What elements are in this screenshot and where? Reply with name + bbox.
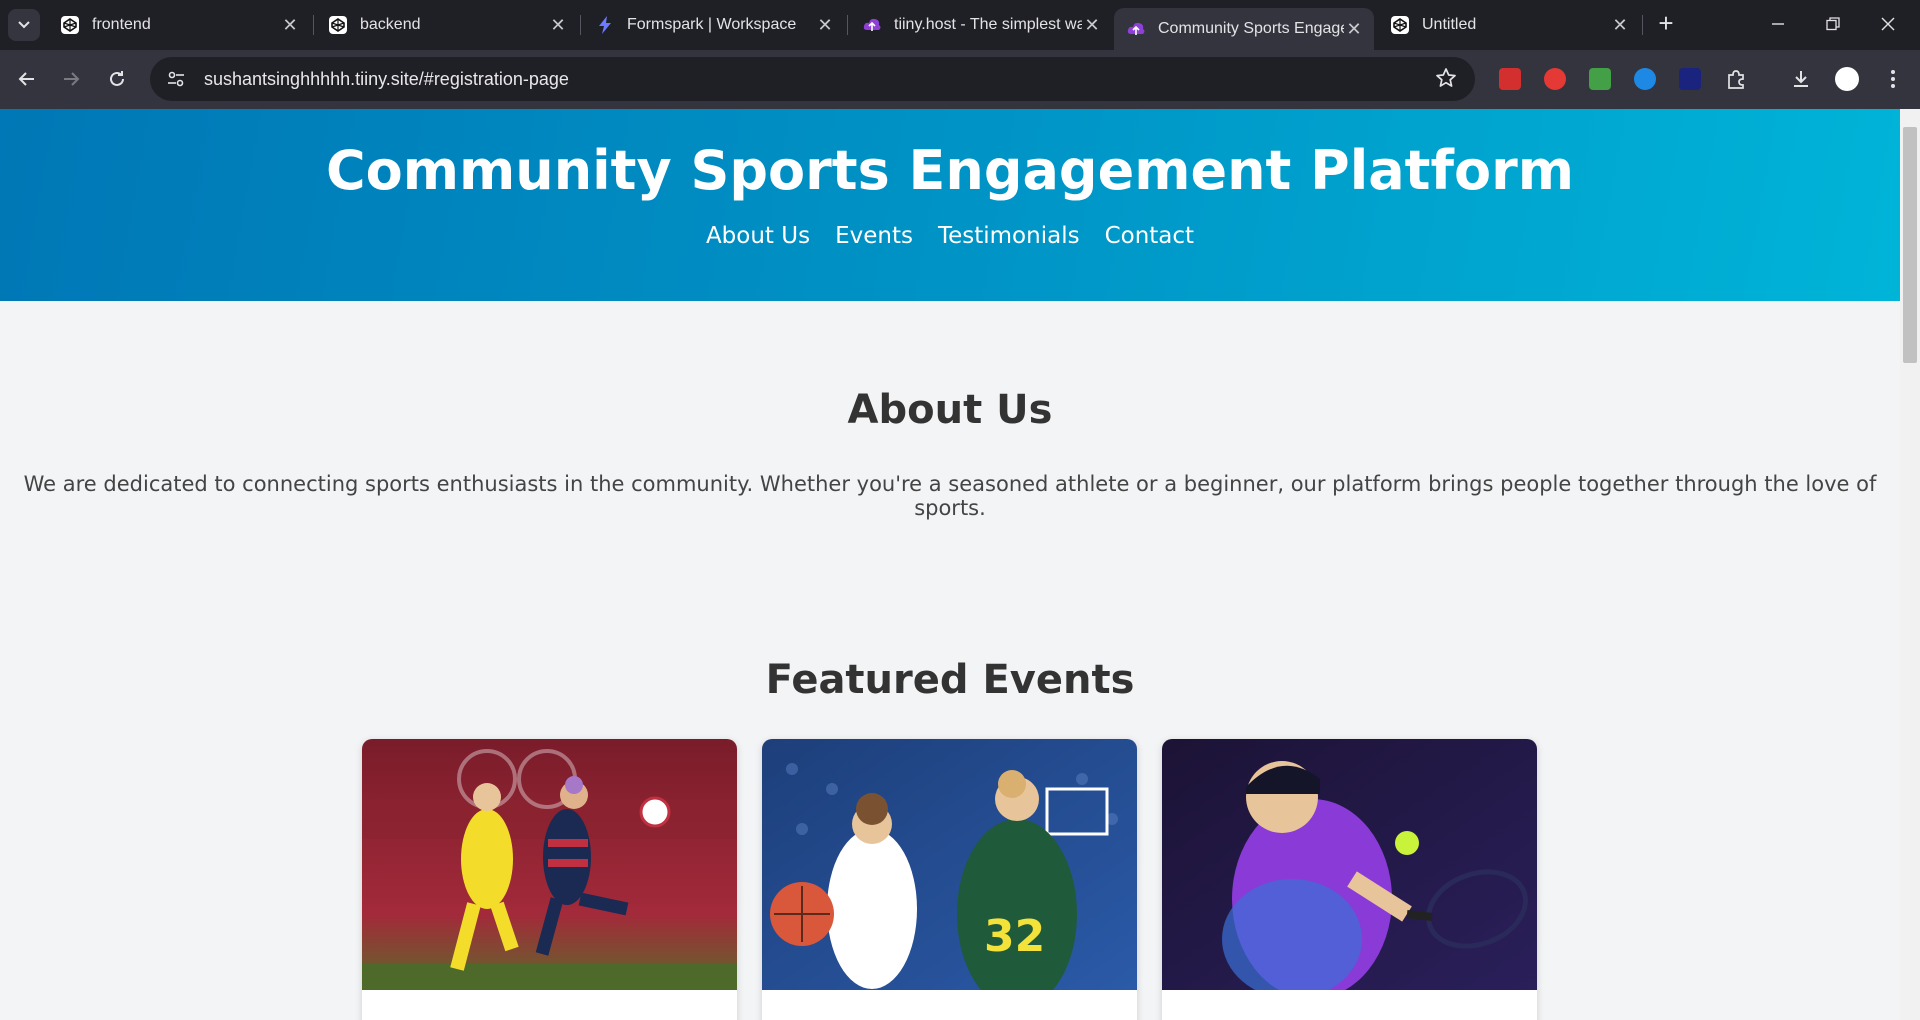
restore-icon [1826,17,1840,31]
tab-search-button[interactable] [8,9,40,41]
main-nav: About Us Events Testimonials Contact [0,223,1900,249]
close-tab-icon[interactable]: ✕ [1344,19,1364,40]
restore-button[interactable] [1811,6,1855,42]
cloud-icon [1126,19,1146,39]
close-tab-icon[interactable]: ✕ [548,15,568,36]
blue-circle-extension-icon[interactable] [1634,68,1656,90]
minimize-icon [1772,23,1784,25]
green-sheet-extension-icon[interactable] [1589,68,1611,90]
close-tab-icon[interactable]: ✕ [1610,15,1630,36]
site-settings-icon[interactable] [162,65,190,93]
page-viewport: Community Sports Engagement Platform Abo… [0,109,1900,1020]
browser-toolbar: sushantsinghhhhh.tiiny.site/#registratio… [0,50,1920,109]
browser-tab-bar: frontend ✕ backend ✕ Formspark | Workspa… [0,0,1920,50]
cloud-icon [862,15,882,35]
profile-avatar[interactable] [1833,65,1861,93]
close-tab-icon[interactable]: ✕ [1082,15,1102,36]
arrow-left-icon [18,72,34,86]
tab-divider [847,15,848,35]
codepen-icon [1390,15,1410,35]
tab-community-sports[interactable]: Community Sports Engage ✕ [1114,8,1374,50]
tab-title: Community Sports Engage [1158,20,1344,37]
nav-link-contact[interactable]: Contact [1105,223,1194,249]
browser-menu-icon[interactable] [1879,65,1907,93]
back-button[interactable] [12,64,42,94]
close-icon [1881,17,1895,31]
tab-title: backend [360,16,421,33]
chart-extension-icon[interactable] [1679,68,1701,90]
minimize-button[interactable] [1756,6,1800,42]
new-tab-button[interactable]: + [1650,8,1682,40]
svg-text:32: 32 [984,911,1045,962]
page-scrollbar[interactable] [1900,109,1920,1020]
tab-formspark[interactable]: Formspark | Workspace ✕ [583,8,845,42]
url-text[interactable]: sushantsinghhhhh.tiiny.site/#registratio… [204,69,569,90]
extensions-puzzle-icon[interactable] [1722,65,1750,93]
nav-link-events[interactable]: Events [835,223,913,249]
bolt-icon [595,15,615,35]
basketball-players-photo: 32 [762,739,1137,990]
event-card[interactable] [362,739,737,1020]
hero-header: Community Sports Engagement Platform Abo… [0,109,1900,301]
nav-link-testimonials[interactable]: Testimonials [938,223,1080,249]
reload-button[interactable] [102,64,132,94]
reload-icon [110,71,124,86]
adblock-extension-icon[interactable] [1544,68,1566,90]
tab-backend[interactable]: backend ✕ [316,8,578,42]
tab-untitled[interactable]: Untitled ✕ [1378,8,1640,42]
tab-divider [580,15,581,35]
tab-title: Formspark | Workspace [627,16,797,33]
scrollbar-thumb[interactable] [1903,127,1917,363]
tab-divider [313,15,314,35]
tab-tiiny-host[interactable]: tiiny.host - The simplest wa ✕ [850,8,1112,42]
tennis-player-photo [1162,739,1537,990]
tab-title: Untitled [1422,16,1477,33]
arrow-right-icon [64,72,80,86]
event-card[interactable]: 32 [762,739,1137,1020]
events-heading: Featured Events [765,657,1135,703]
tab-divider [1642,15,1643,35]
codepen-icon [60,15,80,35]
download-icon[interactable] [1787,65,1815,93]
soccer-players-photo [362,739,737,990]
close-tab-icon[interactable]: ✕ [815,15,835,36]
close-window-button[interactable] [1866,6,1910,42]
about-paragraph: We are dedicated to connecting sports en… [23,472,1877,520]
tab-title: tiiny.host - The simplest wa [894,16,1082,33]
event-card[interactable] [1162,739,1537,1020]
tab-title: frontend [92,16,151,33]
address-bar[interactable]: sushantsinghhhhh.tiiny.site/#registratio… [150,57,1475,101]
codepen-icon [328,15,348,35]
about-heading: About Us [847,387,1053,433]
chevron-down-icon [18,21,30,29]
page-title: Community Sports Engagement Platform [326,139,1574,202]
red-video-extension-icon[interactable] [1499,68,1521,90]
close-tab-icon[interactable]: ✕ [280,15,300,36]
forward-button[interactable] [56,64,86,94]
tab-frontend[interactable]: frontend ✕ [48,8,310,42]
nav-link-about[interactable]: About Us [706,223,810,249]
bookmark-star-icon[interactable] [1435,67,1457,94]
